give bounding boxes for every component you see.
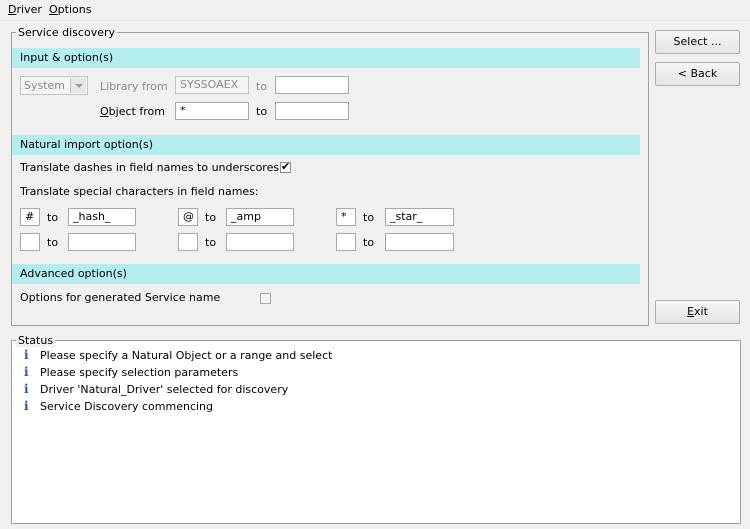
- chevron-down-icon[interactable]: [70, 78, 86, 93]
- system-select[interactable]: System: [20, 76, 88, 95]
- translate-dashes-checkbox[interactable]: [280, 160, 291, 173]
- menu-bar: Driver Options: [0, 0, 750, 21]
- replacement-input[interactable]: _hash_: [68, 208, 136, 226]
- to-label: to: [205, 211, 217, 224]
- status-message: Service Discovery commencing: [40, 400, 213, 413]
- library-from-input[interactable]: SYSSOAEX: [175, 76, 249, 94]
- info-icon: i: [24, 382, 29, 396]
- special-char-input[interactable]: [336, 233, 356, 251]
- service-name-options-label: Options for generated Service name: [20, 291, 221, 304]
- object-from-input[interactable]: *: [175, 102, 249, 120]
- replacement-input[interactable]: [385, 233, 454, 251]
- to-label: to: [47, 211, 59, 224]
- translate-dashes-label: Translate dashes in field names to under…: [20, 161, 280, 174]
- advanced-options-banner: Advanced option(s): [12, 264, 640, 284]
- object-to-input[interactable]: [275, 102, 349, 120]
- special-char-input[interactable]: @: [178, 208, 198, 226]
- menu-driver[interactable]: Driver: [8, 3, 42, 16]
- select-button[interactable]: Select ...: [655, 30, 740, 54]
- info-icon: i: [24, 399, 29, 413]
- menu-driver-label: river: [16, 3, 42, 16]
- special-char-input[interactable]: *: [336, 208, 356, 226]
- object-from-label-text: bject from: [108, 105, 165, 118]
- object-to-label: to: [256, 105, 268, 118]
- info-icon: i: [24, 365, 29, 379]
- service-discovery-title: Service discovery: [16, 26, 118, 39]
- menu-options-mnemonic: O: [49, 3, 58, 16]
- back-button[interactable]: < Back: [655, 62, 740, 86]
- exit-button[interactable]: Exit: [655, 300, 740, 324]
- system-select-value: System: [24, 79, 66, 92]
- info-icon: i: [24, 348, 29, 362]
- status-message: Please specify selection parameters: [40, 366, 239, 379]
- natural-import-banner: Natural import option(s): [12, 135, 640, 155]
- library-to-input[interactable]: [275, 76, 349, 94]
- library-to-label: to: [256, 80, 268, 93]
- to-label: to: [205, 236, 217, 249]
- advanced-options-header: Advanced option(s): [20, 267, 127, 280]
- replacement-input[interactable]: [226, 233, 294, 251]
- special-char-input[interactable]: [178, 233, 198, 251]
- input-options-banner: Input & option(s): [12, 48, 640, 68]
- menu-options-label: ptions: [57, 3, 92, 16]
- exit-mnemonic: E: [687, 305, 695, 318]
- object-from-mnemonic: O: [100, 105, 109, 118]
- special-char-input[interactable]: #: [20, 208, 40, 226]
- menu-options[interactable]: Options: [49, 3, 91, 16]
- replacement-input[interactable]: _amp: [226, 208, 294, 226]
- replacement-input[interactable]: _star_: [385, 208, 454, 226]
- to-label: to: [363, 236, 375, 249]
- service-name-options-checkbox[interactable]: [260, 293, 271, 304]
- status-title: Status: [16, 334, 56, 347]
- input-options-header: Input & option(s): [20, 51, 114, 64]
- to-label: to: [363, 211, 375, 224]
- translate-special-label: Translate special characters in field na…: [20, 185, 259, 198]
- special-char-input[interactable]: [20, 233, 40, 251]
- exit-label: xit: [694, 305, 708, 318]
- natural-import-header: Natural import option(s): [20, 138, 153, 151]
- library-from-label: Library from: [100, 80, 168, 93]
- to-label: to: [47, 236, 59, 249]
- replacement-input[interactable]: [68, 233, 136, 251]
- object-from-label: Object from: [100, 105, 165, 118]
- status-message: Please specify a Natural Object or a ran…: [40, 349, 333, 362]
- status-message: Driver 'Natural_Driver' selected for dis…: [40, 383, 289, 396]
